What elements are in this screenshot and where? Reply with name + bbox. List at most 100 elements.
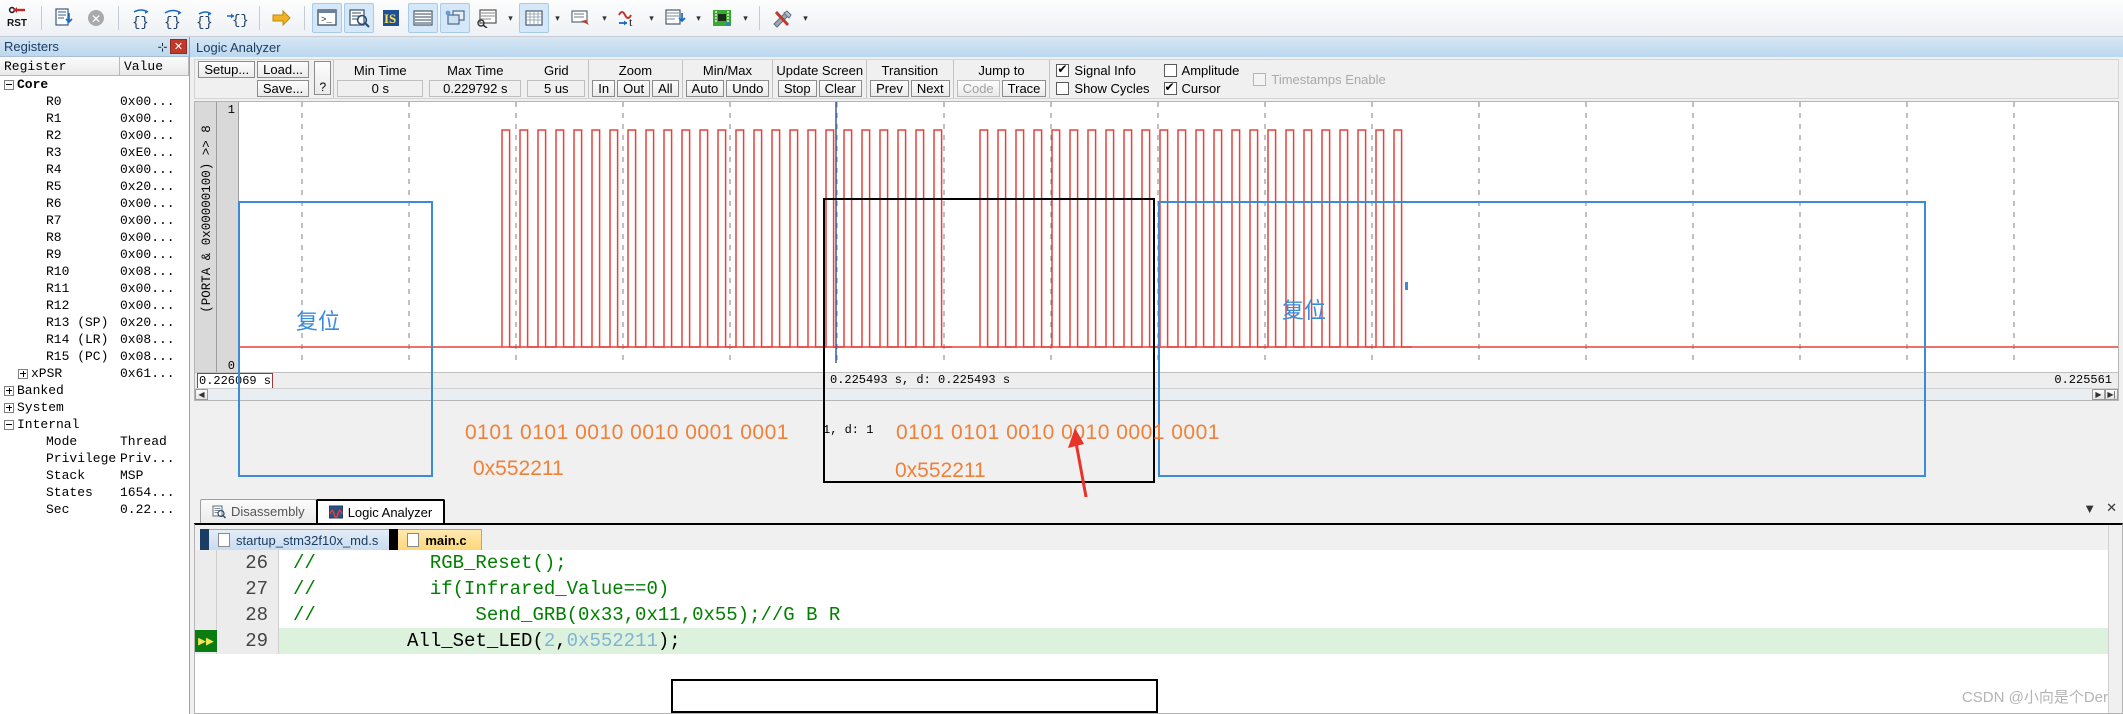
code-text[interactable]: All_Set_LED(2,0x552211); [279,628,681,654]
register-row[interactable]: Banked [0,382,189,399]
symbols-window-icon[interactable]: IS [376,3,406,33]
stop-icon[interactable]: ✕ [81,3,111,33]
insert-breakpoint-icon[interactable] [49,3,79,33]
tab-logic-analyzer[interactable]: Logic Analyzer [315,499,446,523]
tools-dropdown-icon[interactable] [799,3,812,33]
load-button[interactable]: Load... [257,61,309,78]
tab-disassembly[interactable]: Disassembly [200,499,317,523]
memory-window-icon[interactable] [519,3,549,33]
register-row[interactable]: Internal [0,416,189,433]
register-row[interactable]: System [0,399,189,416]
editor-vertical-scrollbar[interactable] [2108,525,2122,713]
zoom-out-button[interactable]: Out [617,80,651,97]
setup-button[interactable]: Setup... [198,61,256,78]
show-cycles-checkbox-row[interactable]: Show Cycles [1056,81,1150,96]
register-row[interactable]: xPSR 0x61... [0,365,189,382]
show-cycles-checkbox[interactable] [1056,81,1070,95]
column-header-register[interactable]: Register [0,57,120,75]
minmax-auto-button[interactable]: Auto [685,80,725,97]
column-header-value[interactable]: Value [120,57,189,75]
serial-dropdown-icon[interactable] [598,3,611,33]
save-button[interactable]: Save... [256,80,310,97]
grid-value[interactable]: 5 us [527,80,586,97]
register-row[interactable]: Mode Thread [0,433,189,450]
register-row[interactable]: Sec 0.22... [0,501,189,518]
amplitude-checkbox-row[interactable]: Amplitude [1163,63,1239,78]
register-row[interactable]: R1 0x00... [0,110,189,127]
breakpoint-gutter[interactable] [195,602,217,628]
tree-toggle-icon[interactable] [4,402,14,413]
register-row[interactable]: Core [0,76,189,93]
update-stop-button[interactable]: Stop [777,80,817,97]
file-tab-startup[interactable]: startup_stm32f10x_md.s [199,529,394,551]
show-next-statement-icon[interactable] [267,3,297,33]
call-stack-window-icon[interactable] [440,3,470,33]
step-over-icon[interactable]: {} [158,3,188,33]
minmax-undo-button[interactable]: Undo [726,80,770,97]
signal-info-checkbox[interactable] [1056,62,1070,77]
breakpoint-gutter[interactable] [195,576,217,602]
register-row[interactable]: R5 0x20... [0,178,189,195]
register-row[interactable]: R12 0x00... [0,297,189,314]
jump-code-button[interactable]: Code [956,80,1000,97]
register-row[interactable]: R11 0x00... [0,280,189,297]
code-line[interactable]: 26 // RGB_Reset(); [195,550,2122,576]
min-time-value[interactable]: 0 s [337,80,424,97]
register-row[interactable]: R2 0x00... [0,127,189,144]
code-line[interactable]: ▶▶ 29 All_Set_LED(2,0x552211); [195,628,2122,654]
file-tab-main[interactable]: main.c [389,529,482,551]
waveform-plot[interactable] [240,102,2118,374]
tree-toggle-icon[interactable] [18,368,28,379]
cursor-checkbox[interactable] [1163,80,1177,95]
register-row[interactable]: R7 0x00... [0,212,189,229]
watch-dropdown-icon[interactable] [504,3,517,33]
register-row[interactable]: R6 0x00... [0,195,189,212]
step-into-icon[interactable]: {} [126,3,156,33]
chevron-down-icon[interactable]: ▼ [2083,501,2096,516]
tree-toggle-icon[interactable] [4,79,14,90]
max-time-value[interactable]: 0.229792 s [429,80,522,97]
cursor-checkbox-row[interactable]: Cursor [1163,80,1240,96]
help-button[interactable]: ? [314,61,332,95]
scroll-end-icon[interactable]: ▶| [2105,389,2118,400]
step-out-icon[interactable]: {} [190,3,220,33]
register-row[interactable]: States 1654... [0,484,189,501]
zoom-all-button[interactable]: All [652,80,679,97]
register-row[interactable]: R4 0x00... [0,161,189,178]
tree-toggle-icon[interactable] [4,419,14,430]
analysis-dropdown-icon[interactable] [645,3,658,33]
code-line[interactable]: 28 // Send_GRB(0x33,0x11,0x55);//G B R [195,602,2122,628]
breakpoint-gutter[interactable]: ▶▶ [195,628,217,654]
timestamps-enable-checkbox[interactable] [1253,72,1267,86]
code-lines[interactable]: 26 // RGB_Reset(); 27 // if(Infrared_Value=… [195,550,2122,710]
scroll-left-icon[interactable]: ◀ [195,389,208,400]
update-clear-button[interactable]: Clear [818,80,862,97]
register-row[interactable]: R13 (SP) 0x20... [0,314,189,331]
transition-prev-button[interactable]: Prev [870,80,909,97]
watch-window-icon[interactable] [472,3,502,33]
register-row[interactable]: R15 (PC) 0x08... [0,348,189,365]
register-row[interactable]: R14 (LR) 0x08... [0,331,189,348]
code-line[interactable]: 27 // if(Infrared_Value==0) [195,576,2122,602]
run-to-cursor-icon[interactable]: {} [222,3,252,33]
horizontal-scrollbar[interactable]: ◀ ▶ ▶| [195,388,2118,400]
register-row[interactable]: Stack MSP [0,467,189,484]
code-text[interactable]: // RGB_Reset(); [279,550,567,576]
scroll-track[interactable] [208,389,2092,400]
analysis-window-icon[interactable]: t [613,3,643,33]
register-row[interactable]: R9 0x00... [0,246,189,263]
amplitude-checkbox[interactable] [1163,63,1177,77]
reset-icon[interactable]: RST [4,3,34,33]
command-window-icon[interactable]: >_ [312,3,342,33]
scroll-right-icon[interactable]: ▶ [2092,389,2105,400]
disassembly-window-icon[interactable] [344,3,374,33]
code-text[interactable]: // if(Infrared_Value==0) [279,576,669,602]
register-row[interactable]: Privilege Priv... [0,450,189,467]
waveform-area[interactable]: (PORTA & 0x00000100) >> 8 1 0 0.226069 s… [194,101,2119,401]
tools-icon[interactable] [767,3,797,33]
serial-window-icon[interactable] [566,3,596,33]
system-viewer-icon[interactable] [707,3,737,33]
register-row[interactable]: R3 0xE0... [0,144,189,161]
zoom-in-button[interactable]: In [592,80,616,97]
register-row[interactable]: R0 0x00... [0,93,189,110]
